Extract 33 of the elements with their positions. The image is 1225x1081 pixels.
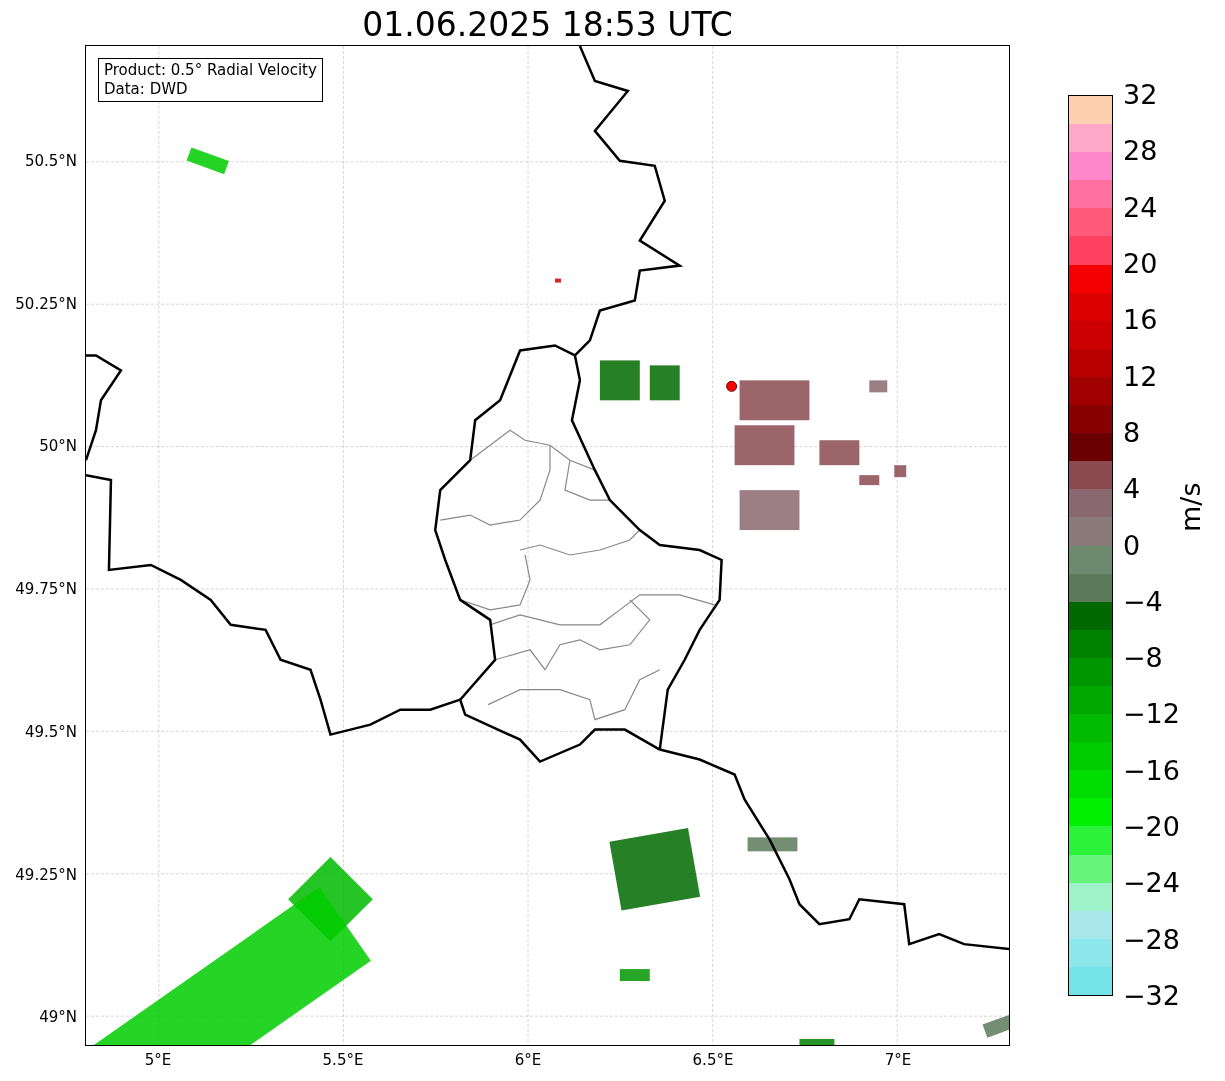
colorbar-unit-label: m/s	[1176, 482, 1207, 532]
longitude-label: 6°E	[514, 1051, 542, 1069]
colorbar-tick-label: 16	[1123, 305, 1158, 336]
colorbar-tick-label: 32	[1123, 80, 1158, 110]
colorbar-tick-label: 20	[1123, 248, 1158, 279]
colorbar-tick-label: −32	[1123, 981, 1180, 1011]
latitude-label: 50°N	[39, 437, 77, 456]
colorbar-tick-label: −28	[1123, 924, 1180, 955]
colorbar-tick-label: −8	[1123, 643, 1163, 674]
latitude-label: 49.75°N	[15, 580, 77, 599]
colorbar-tick-label: −4	[1123, 586, 1163, 617]
legend-text: Data: DWD	[104, 80, 189, 99]
chart-title: 01.06.2025 18:53 UTC	[362, 5, 733, 45]
colorbar-tick-label: 0	[1123, 530, 1141, 561]
longitude-label: 5°E	[144, 1051, 172, 1069]
colorbar-tick-label: −16	[1123, 755, 1180, 786]
latitude-label: 49.5°N	[24, 722, 77, 741]
latitude-label: 50.25°N	[15, 294, 77, 313]
colorbar-tick-label: 24	[1123, 192, 1158, 223]
colorbar-tick-label: 4	[1123, 474, 1141, 505]
latitude-label: 49.25°N	[15, 865, 77, 884]
latitude-label: 50.5°N	[24, 152, 77, 170]
longitude-label: 6.5°E	[692, 1051, 734, 1069]
longitude-label: 5.5°E	[322, 1051, 364, 1069]
colorbar-tick-label: 8	[1123, 417, 1141, 448]
colorbar-tick-label: −12	[1123, 699, 1180, 730]
legend-text: Product: 0.5° Radial Velocity	[104, 61, 317, 80]
colorbar-tick-label: −20	[1123, 812, 1180, 843]
longitude-label: 7°E	[884, 1051, 912, 1069]
latitude-label: 49°N	[39, 1008, 77, 1027]
colorbar-tick-label: 12	[1123, 361, 1158, 392]
colorbar-tick-label: 28	[1123, 136, 1158, 167]
colorbar-tick-label: −24	[1123, 868, 1180, 899]
